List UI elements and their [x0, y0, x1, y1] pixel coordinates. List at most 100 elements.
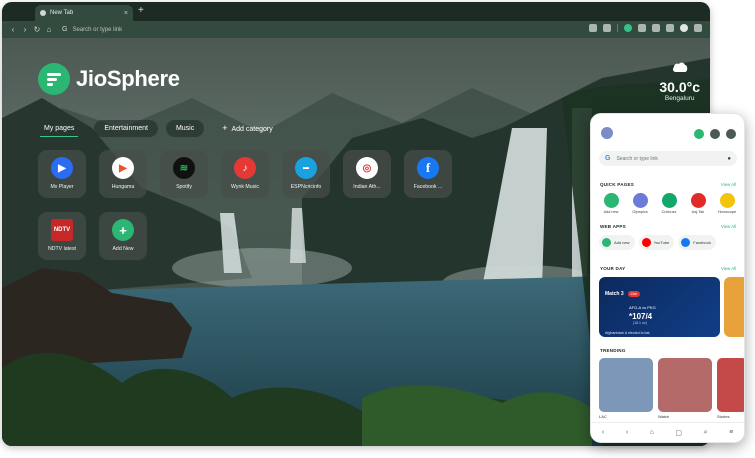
profile-avatar[interactable] [680, 24, 688, 32]
aaj-tak-icon [690, 193, 706, 208]
share-icon[interactable] [589, 24, 597, 32]
home-icon[interactable]: ⌂ [650, 429, 654, 436]
shortcut-tile-ndtv[interactable]: NDTV NDTV latest [38, 212, 86, 260]
your-day-view-all[interactable]: View All [721, 266, 736, 271]
web-apps-view-all[interactable]: View All [721, 224, 736, 229]
facebook-icon [681, 238, 691, 247]
extension-icon[interactable] [624, 24, 632, 32]
facebook-icon: f [417, 157, 439, 179]
trending-item-lac[interactable]: LAC [599, 358, 653, 419]
menu-icon[interactable] [694, 24, 702, 32]
weather-widget[interactable]: 30.0°c Bengaluru [659, 60, 700, 102]
olympics-icon [632, 193, 648, 208]
web-app-youtube[interactable]: YouTube [638, 235, 675, 250]
privacy-icon[interactable] [710, 129, 720, 139]
toolbar-actions [589, 24, 702, 32]
horoscope-icon [719, 193, 735, 208]
team-b: PKG [647, 305, 656, 310]
add-icon: + [112, 219, 134, 241]
trending-label: Stories [717, 414, 730, 419]
forward-icon[interactable]: › [626, 429, 628, 436]
quick-page-label: Add new [603, 210, 619, 214]
wynk-music-icon: ♪ [234, 157, 256, 179]
home-icon[interactable]: ⌂ [44, 25, 54, 34]
trending-list: LAC Watch Stories [599, 358, 744, 419]
web-app-label: YouTube [653, 240, 670, 245]
category-tabs: My pages Entertainment Music + Add catego… [40, 118, 283, 138]
your-day-heading: YOUR DAY [600, 266, 626, 271]
add-category-button[interactable]: + Add category [212, 118, 283, 138]
team-a: AFG-A [629, 305, 642, 310]
jiosphere-logo-icon [38, 63, 70, 95]
tab-my-pages[interactable]: My pages [40, 120, 79, 137]
your-day-card-secondary[interactable] [724, 277, 744, 337]
tabs-icon[interactable]: ▢ [675, 429, 682, 437]
shortcut-label: Spotify [176, 184, 192, 190]
quick-pages-view-all[interactable]: View All [721, 182, 736, 187]
web-app-facebook[interactable]: Facebook [678, 235, 716, 250]
omnibox[interactable]: G Search or type link [62, 26, 122, 33]
mic-icon[interactable]: ● [727, 156, 731, 162]
trending-heading: TRENDING [600, 348, 626, 353]
match-score: *107/4 [629, 312, 653, 321]
shortcut-label: Hungama [111, 184, 135, 190]
trending-label: LAC [599, 414, 607, 419]
tab-entertainment[interactable]: Entertainment [94, 119, 158, 137]
shield-icon[interactable] [694, 129, 704, 139]
live-badge: Live [627, 291, 641, 297]
quick-page-horoscope[interactable]: Horoscope [715, 193, 739, 214]
tab-title: New Tab [50, 10, 74, 16]
match-teams: AFG-A vs PKG [629, 305, 656, 310]
quick-page-label: Horoscope [717, 210, 737, 214]
forward-icon[interactable]: › [20, 25, 30, 34]
tab-new-tab[interactable]: New Tab × [35, 5, 133, 21]
web-apps-heading: WEB APPS [600, 224, 626, 229]
search-icon[interactable]: ⌕ [704, 429, 708, 437]
mobile-app-preview: G Search or type link ● QUICK PAGES View… [590, 113, 745, 443]
incognito-icon[interactable] [652, 24, 660, 32]
shortcut-tile-facebook[interactable]: f Facebook ... [404, 150, 452, 198]
shortcut-label: Facebook ... [413, 184, 443, 190]
tab-music[interactable]: Music [165, 119, 205, 137]
profile-avatar[interactable] [601, 127, 613, 139]
shortcut-tile-indian-athletics[interactable]: ◎ Indian Ath... [343, 150, 391, 198]
sidebar-icon[interactable] [666, 24, 674, 32]
shortcut-tile-mx-player[interactable]: ▶ Mx Player [38, 150, 86, 198]
shortcut-label: Wynk Music [231, 184, 259, 190]
trending-item-stories[interactable]: Stories [717, 358, 744, 419]
tab-close-icon[interactable]: × [124, 10, 128, 17]
quick-page-aaj-tak[interactable]: Aaj Tak [686, 193, 710, 214]
new-tab-button[interactable]: + [138, 6, 144, 16]
menu-icon[interactable]: ≡ [729, 429, 733, 436]
tab-strip: New Tab × + [2, 2, 710, 21]
quick-page-add-new[interactable]: Add new [599, 193, 623, 214]
incognito-icon[interactable] [726, 129, 736, 139]
quick-page-label: Cricbuzz [661, 210, 677, 214]
phone-search-bar[interactable]: G Search or type link ● [599, 151, 737, 166]
shortcut-tile-espncricinfo[interactable]: ▬ ESPNcricinfo [282, 150, 330, 198]
web-app-add-new[interactable]: Add new [599, 235, 635, 250]
trending-item-watch[interactable]: Watch [658, 358, 712, 419]
add-category-label: Add category [231, 126, 273, 133]
back-icon[interactable]: ‹ [602, 429, 604, 436]
omnibox-placeholder: Search or type link [72, 26, 123, 33]
quick-page-cricbuzz[interactable]: Cricbuzz [657, 193, 681, 214]
shortcut-tile-spotify[interactable]: ≋ Spotify [160, 150, 208, 198]
shortcut-tile-wynk-music[interactable]: ♪ Wynk Music [221, 150, 269, 198]
browser-toolbar: ‹ › ↻ ⌂ G Search or type link [2, 21, 710, 38]
live-score-card[interactable]: Match 3 Live AFG-A vs PKG *107/4 (15.1 ov… [599, 277, 720, 337]
bookmark-icon[interactable] [603, 24, 611, 32]
trending-label: Watch [658, 414, 670, 419]
add-new-shortcut-button[interactable]: + Add New [99, 212, 147, 260]
reload-icon[interactable]: ↻ [32, 25, 42, 34]
vpn-icon[interactable] [638, 24, 646, 32]
back-icon[interactable]: ‹ [8, 25, 18, 34]
weather-temperature: 30.0°c [659, 79, 700, 95]
shortcut-label: ESPNcricinfo [290, 184, 322, 190]
quick-page-olympics[interactable]: Olympics [628, 193, 652, 214]
youtube-icon [641, 238, 651, 247]
add-icon [602, 238, 611, 247]
hungama-icon: ▶ [112, 157, 134, 179]
shortcut-tile-hungama[interactable]: ▶ Hungama [99, 150, 147, 198]
quick-pages-heading: QUICK PAGES [600, 182, 635, 187]
